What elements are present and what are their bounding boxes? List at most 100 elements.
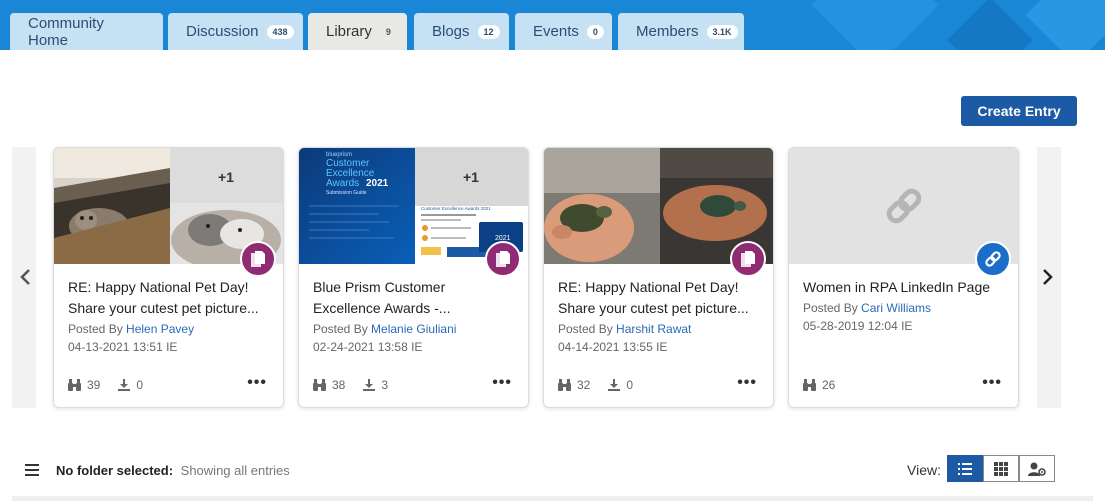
posted-by: Posted By Harshit Rawat [558,322,691,336]
list-view-button[interactable] [947,455,983,482]
entry-title-line: Share your cutest pet picture... [68,300,259,316]
carousel-prev-button[interactable] [15,262,35,292]
downloads-count: 3 [381,378,389,392]
entry-title[interactable]: RE: Happy National Pet Day! Share your c… [68,277,273,319]
posted-by-label: Posted By [68,322,127,336]
tab-label: Blogs [432,23,470,40]
tab-community-home[interactable]: Community Home [10,13,163,50]
entry-date: 05-28-2019 12:04 IE [803,319,913,333]
list-header-strip [12,496,1093,501]
tab-label: Events [533,23,579,40]
tab-events[interactable]: Events 0 [515,13,612,50]
entry-title[interactable]: RE: Happy National Pet Day! Share your c… [558,277,763,319]
entry-date: 04-13-2021 13:51 IE [68,340,178,354]
cat-photo-image [54,148,170,264]
posted-by: Posted By Melanie Giuliani [313,322,456,336]
views-count: 39 [87,378,101,392]
page-title-text: Customer Excellence Awards 2021 [421,206,491,211]
entry-date: 02-24-2021 13:58 IE [313,340,423,354]
folder-status-detail: Showing all entries [180,463,290,478]
views-count: 32 [577,378,591,392]
more-options-icon[interactable]: ••• [492,375,512,391]
tab-members[interactable]: Members 3.1K [618,13,744,50]
user-view-button[interactable] [1019,455,1055,482]
downloads-stat: 3 [363,378,388,392]
entry-stats: 38 3 [313,378,406,392]
author-link[interactable]: Harshit Rawat [616,322,691,336]
document-icon [741,251,755,267]
binoculars-icon [803,379,816,391]
cover-subtitle: Submission Guide [326,190,367,196]
views-stat: 38 [313,378,345,392]
create-entry-button[interactable]: Create Entry [961,96,1077,126]
turtle-photo-image [544,148,660,264]
author-link[interactable]: Cari Williams [861,301,931,315]
entry-title[interactable]: Blue Prism Customer Excellence Awards -.… [313,277,518,319]
tab-label: Library [326,23,372,40]
list-view-icon [958,462,972,475]
carousel-next-button[interactable] [1038,262,1058,292]
tab-count-badge: 3.1K [706,24,738,39]
views-stat: 32 [558,378,590,392]
tab-discussion[interactable]: Discussion 438 [168,13,303,50]
views-stat: 26 [803,378,835,392]
user-settings-icon [1028,462,1046,476]
library-entry-card[interactable]: Women in RPA LinkedIn Page Posted By Car… [788,147,1019,408]
entry-title[interactable]: Women in RPA LinkedIn Page [803,277,1008,298]
downloads-count: 0 [626,378,634,392]
entry-title-line: Blue Prism Customer [313,279,446,295]
link-icon [985,251,1001,267]
download-icon [118,379,131,391]
entry-stats: 26 [803,378,853,392]
downloads-count: 0 [136,378,144,392]
folder-status: No folder selected: Showing all entries [56,463,290,478]
awards-guide-cover-image: blueprism Customer Excellence Awards 202… [299,148,415,264]
downloads-stat: 0 [118,378,143,392]
library-entry-card[interactable]: RE: Happy National Pet Day! Share your c… [543,147,774,408]
library-entry-card[interactable]: blueprism Customer Excellence Awards 202… [298,147,529,408]
chevron-left-icon [20,269,30,285]
library-entry-card[interactable]: +1 RE: Happy National Pet Day! Share you… [53,147,284,408]
more-options-icon[interactable]: ••• [737,375,757,391]
posted-by: Posted By Cari Williams [803,301,931,315]
download-icon [363,379,376,391]
extra-images-count: +1 [218,169,234,185]
tab-library[interactable]: Library 9 [308,13,407,50]
tab-label: Community Home [28,14,104,49]
posted-by-label: Posted By [313,322,372,336]
banner-decoration [811,0,939,50]
document-icon [496,251,510,267]
link-type-badge [975,241,1011,277]
entry-title-line: RE: Happy National Pet Day! [558,279,739,295]
banner-decoration [947,0,1033,50]
document-type-badge [240,241,276,277]
tab-count-badge: 9 [385,26,391,37]
folder-menu-icon[interactable] [25,464,39,476]
entry-date: 04-14-2021 13:55 IE [558,340,668,354]
tab-count-badge: 12 [477,24,500,39]
views-count: 26 [822,378,836,392]
extra-images-count: +1 [463,169,479,185]
cover-year: 2021 [366,178,389,189]
community-tab-bar: Community Home Discussion 438 Library 9 … [0,0,1105,50]
entry-stats: 32 0 [558,378,651,392]
entry-stats: 39 0 [68,378,161,392]
more-options-icon[interactable]: ••• [247,375,267,391]
binoculars-icon [68,379,81,391]
tab-blogs[interactable]: Blogs 12 [414,13,509,50]
entry-title-line: Share your cutest pet picture... [558,300,749,316]
entry-title-line: Excellence Awards -... [313,300,451,316]
tab-label: Discussion [186,23,259,40]
grid-view-icon [994,461,1008,476]
link-placeholder-icon [886,188,922,224]
tab-count-badge: 0 [586,24,604,39]
grid-view-button[interactable] [983,455,1019,482]
cover-heading: Awards [326,178,359,189]
document-type-badge [730,241,766,277]
author-link[interactable]: Melanie Giuliani [371,322,456,336]
posted-by-label: Posted By [558,322,617,336]
more-options-icon[interactable]: ••• [982,375,1002,391]
download-icon [608,379,621,391]
document-icon [251,251,265,267]
author-link[interactable]: Helen Pavey [126,322,194,336]
